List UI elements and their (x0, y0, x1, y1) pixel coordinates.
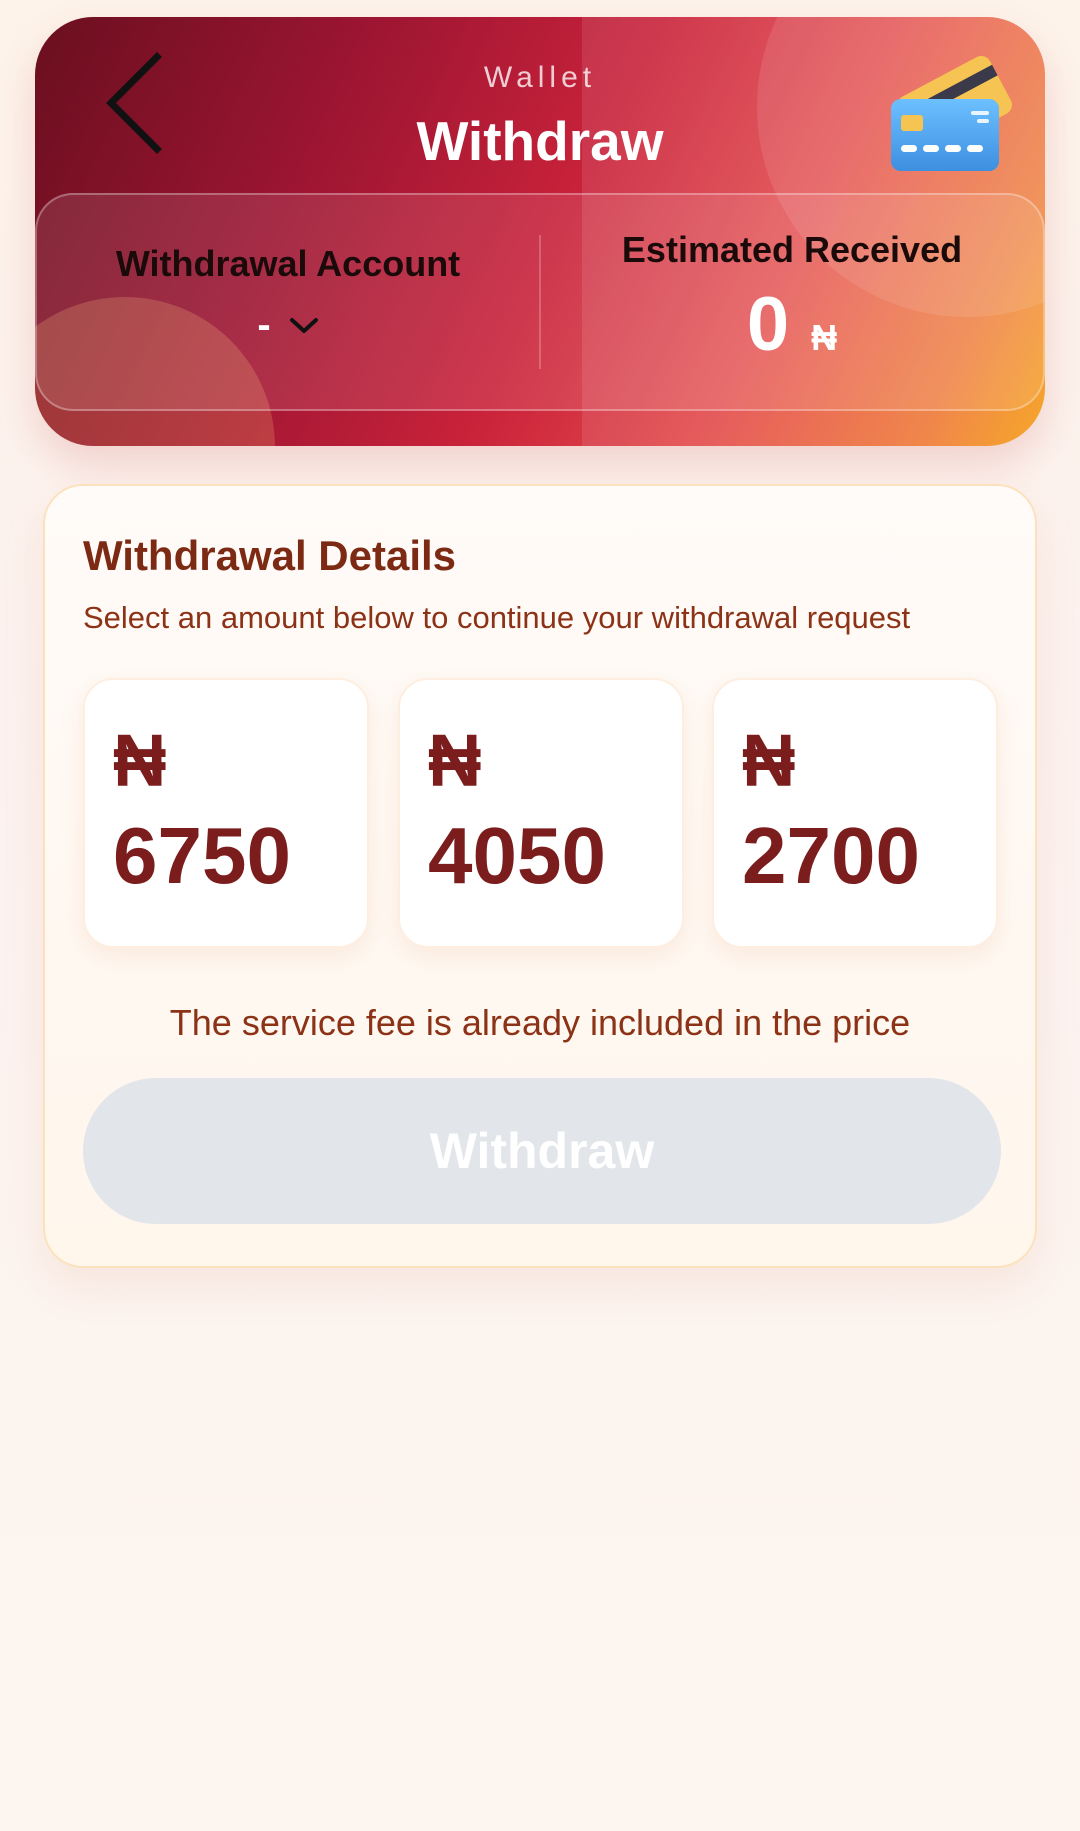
chevron-down-icon (289, 317, 318, 333)
amount-option-6750[interactable]: ₦ 6750 (83, 678, 369, 948)
amount-option-4050[interactable]: ₦ 4050 (398, 678, 684, 948)
amount-currency: ₦ (428, 719, 482, 802)
service-fee-note: The service fee is already included in t… (169, 1002, 911, 1043)
amount-value: 2700 (742, 811, 920, 900)
withdrawal-details-subtitle: Select an amount below to continue your … (83, 600, 911, 635)
amount-currency: ₦ (742, 719, 796, 802)
withdrawal-details-card: Withdrawal Details Select an amount belo… (43, 484, 1037, 1268)
estimated-received-label: Estimated Received (621, 229, 963, 270)
withdrawal-account-value: - (257, 303, 271, 347)
account-summary-panel: Withdrawal Account - Estimated Received … (35, 193, 1045, 411)
amount-value: 6750 (113, 811, 291, 900)
estimated-received-value: 0 (746, 282, 790, 367)
estimated-received-currency: ₦ (811, 317, 838, 358)
amount-currency: ₦ (113, 719, 167, 802)
credit-card-icon (891, 55, 1012, 171)
withdrawal-account-dropdown[interactable]: - (257, 303, 318, 348)
amount-value: 4050 (428, 811, 606, 900)
withdraw-button[interactable]: Withdraw (83, 1078, 1001, 1224)
withdrawal-details-title: Withdrawal Details (83, 532, 457, 579)
withdrawal-account-label: Withdrawal Account (115, 243, 461, 284)
estimated-received-section: Estimated Received 0 ₦ (541, 195, 1043, 409)
estimated-received-amount: 0 ₦ (747, 281, 837, 368)
withdrawal-account-section: Withdrawal Account - (37, 195, 539, 409)
amount-option-2700[interactable]: ₦ 2700 (712, 678, 998, 948)
wallet-header: Wallet Withdraw Withdrawal Account - Est… (35, 17, 1045, 446)
